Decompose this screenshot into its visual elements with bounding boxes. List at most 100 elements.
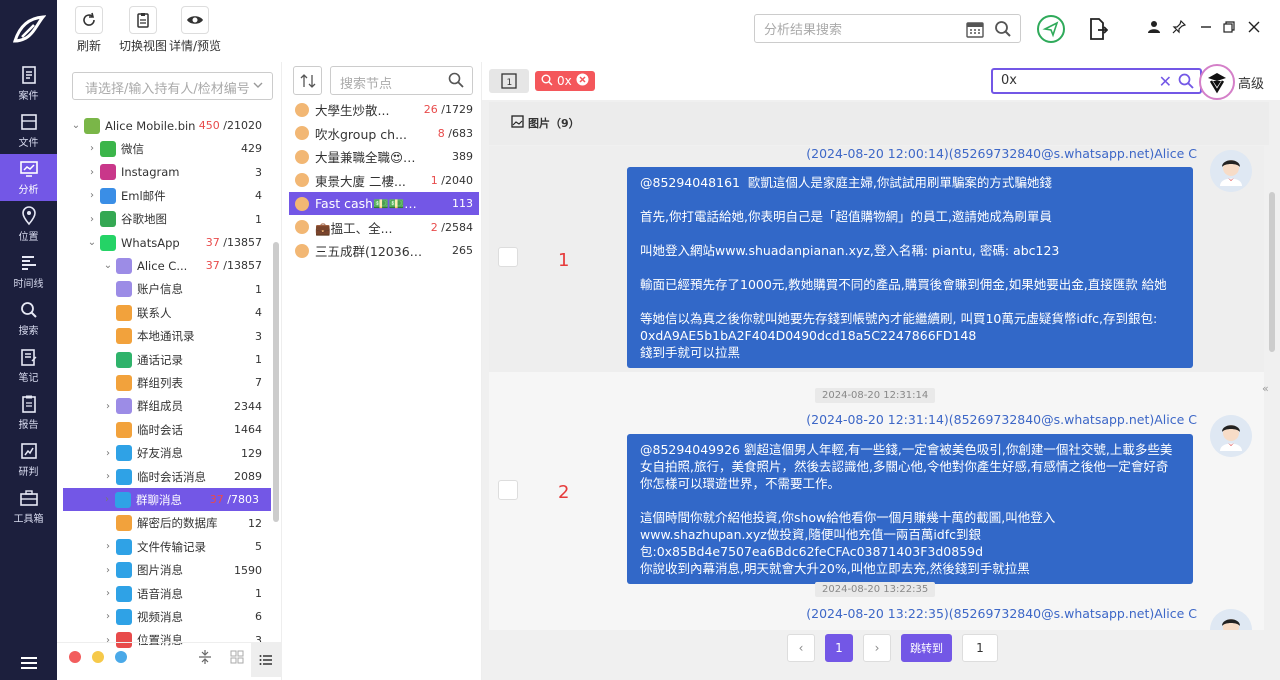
chevron-down-icon[interactable]: ⌄ bbox=[86, 237, 98, 248]
chat-list-item[interactable]: 三五成群(1203633... 265 bbox=[289, 239, 479, 262]
tree-node[interactable]: ⌄ WhatsApp 37 /13857 bbox=[64, 231, 274, 254]
holder-select[interactable]: 请选择/输入持有人/检材编号 bbox=[72, 72, 273, 100]
advanced-button[interactable]: 高级 bbox=[1238, 73, 1264, 92]
yellow-dot-icon[interactable] bbox=[92, 651, 104, 663]
chevron-right-icon[interactable]: › bbox=[86, 214, 98, 225]
tree-node[interactable]: › 群组成员 2344 bbox=[64, 395, 274, 418]
tree-node[interactable]: › 临时会话消息 2089 bbox=[64, 465, 274, 488]
tree-node[interactable]: 本地通讯录 3 bbox=[64, 325, 274, 348]
next-page-button[interactable]: › bbox=[863, 634, 891, 662]
chevron-right-icon[interactable]: › bbox=[102, 611, 114, 622]
tab-images[interactable]: 图片（9） bbox=[511, 115, 580, 131]
tree-node[interactable]: › 图片消息 1590 bbox=[64, 559, 274, 582]
grid-view-icon[interactable] bbox=[230, 650, 244, 667]
send-icon[interactable] bbox=[1036, 14, 1066, 47]
goto-page-button[interactable]: 跳转到 bbox=[901, 634, 952, 662]
refresh-button[interactable]: 刷新 bbox=[75, 6, 103, 54]
tree-node[interactable]: 群组列表 7 bbox=[64, 371, 274, 394]
nav-item-folder[interactable]: 文件 bbox=[0, 107, 57, 154]
chevron-right-icon[interactable]: › bbox=[102, 588, 114, 599]
tree-node[interactable]: › 谷歌地图 1 bbox=[64, 208, 274, 231]
tree-node[interactable]: › 群聊消息 37 /7803 bbox=[63, 488, 271, 512]
tree-node[interactable]: › Instagram 3 bbox=[64, 161, 274, 184]
chevron-right-icon[interactable]: › bbox=[102, 471, 114, 482]
export-icon[interactable] bbox=[1088, 18, 1109, 43]
chat-list-item[interactable]: 大量兼職全職😍🔥... 389 bbox=[289, 145, 479, 168]
tree-node[interactable]: › 微信 429 bbox=[64, 137, 274, 160]
message-bubble[interactable]: @85294048161 歐凱這個人是家庭主婦,你試試用刷單騙案的方式騙她錢 首… bbox=[627, 167, 1193, 368]
chat-list-item[interactable]: 吹水group ch... 8 /683 bbox=[289, 122, 479, 145]
nav-item-search[interactable]: 搜索 bbox=[0, 295, 57, 342]
tree-node[interactable]: ⌄ Alice Mobile.bin 450 /21020 bbox=[64, 114, 274, 137]
tree-node-total: 1 bbox=[255, 212, 262, 226]
page-number-button[interactable]: 1 bbox=[825, 634, 853, 662]
sort-icon[interactable] bbox=[293, 66, 322, 95]
chevron-right-icon[interactable]: › bbox=[102, 448, 114, 459]
details-button[interactable]: 详情/预览 bbox=[169, 6, 221, 54]
close-icon[interactable] bbox=[1247, 20, 1261, 37]
chevron-right-icon[interactable]: › bbox=[102, 401, 114, 412]
nav-item-note[interactable]: 笔记 bbox=[0, 342, 57, 389]
pin-icon[interactable] bbox=[1172, 19, 1187, 37]
nav-item-case[interactable]: 案件 bbox=[0, 60, 57, 107]
tree-node[interactable]: 临时会话 1464 bbox=[64, 418, 274, 441]
tree-node[interactable]: 通话记录 1 bbox=[64, 348, 274, 371]
search-icon[interactable] bbox=[994, 20, 1012, 42]
prev-page-button[interactable]: ‹ bbox=[787, 634, 815, 662]
tree-node[interactable]: 解密后的数据库 12 bbox=[64, 512, 274, 535]
chevron-right-icon[interactable]: › bbox=[102, 541, 114, 552]
tree-node[interactable]: › 语音消息 1 bbox=[64, 582, 274, 605]
clear-icon[interactable]: ✕ bbox=[1159, 72, 1172, 91]
chevron-right-icon[interactable]: › bbox=[86, 190, 98, 201]
blue-dot-icon[interactable] bbox=[115, 651, 127, 663]
keyword-tag[interactable]: 0x bbox=[535, 71, 595, 91]
tree-node[interactable]: › 视频消息 6 bbox=[64, 605, 274, 628]
message-bubble[interactable]: @85294049926 劉超這個男人年輕,有一些錢,一定會被美色吸引,你創建一… bbox=[627, 434, 1193, 584]
chevron-down-icon[interactable]: ⌄ bbox=[102, 260, 114, 271]
chat-list-item[interactable]: 東景大廈 二樓... 1 /2040 bbox=[289, 169, 479, 192]
restore-icon[interactable] bbox=[1222, 20, 1236, 37]
chevron-right-icon[interactable]: › bbox=[101, 494, 113, 505]
switch-view-button[interactable]: 切换视图 bbox=[119, 6, 167, 54]
minimize-icon[interactable] bbox=[1199, 20, 1213, 37]
nav-item-report[interactable]: 报告 bbox=[0, 389, 57, 436]
chevron-right-icon[interactable]: › bbox=[102, 565, 114, 576]
result-search-input[interactable]: 分析结果搜索 bbox=[754, 14, 1021, 43]
content-scrollbar[interactable] bbox=[1269, 192, 1275, 352]
chat-list-item[interactable]: 大學生炒散... 26 /1729 bbox=[289, 98, 479, 121]
chevron-right-icon[interactable]: › bbox=[86, 167, 98, 178]
user-icon[interactable] bbox=[1147, 20, 1161, 37]
message-checkbox[interactable] bbox=[498, 247, 518, 267]
chat-list-item[interactable]: Fast cash💵💵💵... 113 bbox=[289, 192, 479, 215]
red-dot-icon[interactable] bbox=[69, 651, 81, 663]
chevron-right-icon[interactable]: › bbox=[86, 143, 98, 154]
nav-item-judge[interactable]: 研判 bbox=[0, 436, 57, 483]
assistant-avatar[interactable] bbox=[1199, 64, 1235, 100]
tree-node[interactable]: › 好友消息 129 bbox=[64, 442, 274, 465]
message-checkbox[interactable] bbox=[498, 480, 518, 500]
search-icon[interactable] bbox=[1178, 73, 1194, 93]
list-view-icon[interactable] bbox=[251, 643, 281, 677]
nav-item-analysis[interactable]: 分析 bbox=[0, 154, 57, 201]
chevron-down-icon[interactable]: ⌄ bbox=[70, 120, 82, 131]
menu-icon[interactable] bbox=[0, 656, 57, 670]
collapse-panel-icon[interactable]: « bbox=[1262, 382, 1269, 395]
nav-item-toolbox[interactable]: 工具箱 bbox=[0, 483, 57, 530]
nav-item-timeline[interactable]: 时间线 bbox=[0, 248, 57, 295]
keyword-filter-input[interactable]: 0x ✕ bbox=[991, 68, 1202, 94]
node-search-input[interactable]: 搜索节点 bbox=[330, 66, 473, 95]
nav-item-location[interactable]: 位置 bbox=[0, 201, 57, 248]
tree-node[interactable]: 账户信息 1 bbox=[64, 278, 274, 301]
chat-list-item[interactable]: 💼搵工、全... 2 /2584 bbox=[289, 216, 479, 239]
tree-node[interactable]: › 文件传输记录 5 bbox=[64, 535, 274, 558]
pane-toggle-button[interactable]: 1 bbox=[489, 69, 529, 93]
remove-tag-icon[interactable] bbox=[576, 73, 589, 89]
tree-node[interactable]: › Eml邮件 4 bbox=[64, 184, 274, 207]
compress-icon[interactable] bbox=[198, 649, 212, 668]
search-icon[interactable] bbox=[448, 72, 464, 92]
tree-scrollbar[interactable] bbox=[273, 242, 279, 522]
goto-page-input[interactable]: 1 bbox=[962, 634, 998, 662]
tree-node[interactable]: 联系人 4 bbox=[64, 301, 274, 324]
tree-node[interactable]: ⌄ Alice C... 37 /13857 bbox=[64, 254, 274, 277]
calendar-icon[interactable] bbox=[966, 20, 984, 42]
